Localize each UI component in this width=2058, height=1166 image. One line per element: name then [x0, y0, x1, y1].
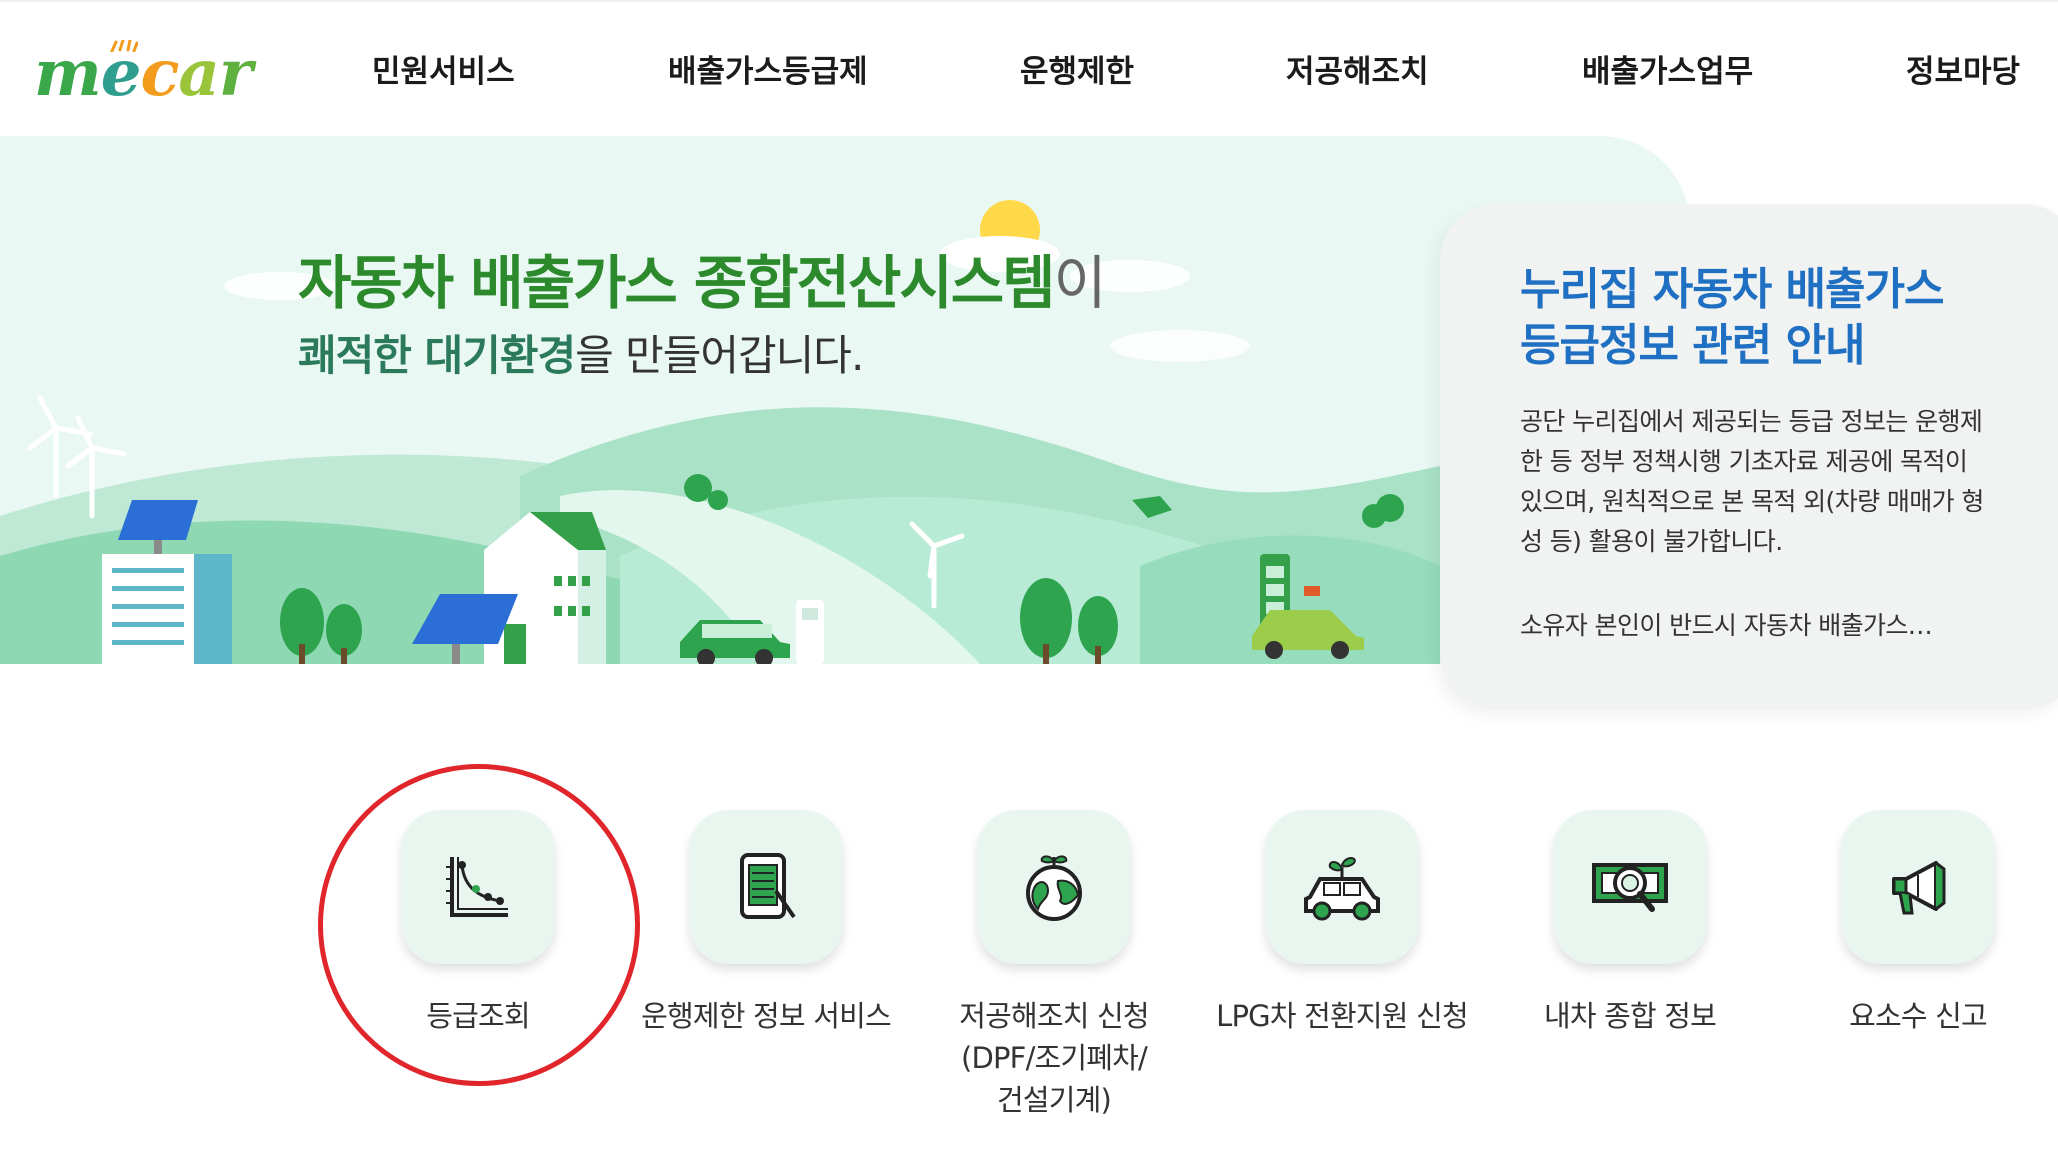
quick-item-label: LPG차 전환지원 신청: [1216, 999, 1469, 1033]
quick-item-label: 운행제한 정보 서비스: [641, 999, 892, 1033]
notice-more-text[interactable]: 소유자 본인이 반드시 자동차 배출가스…: [1520, 606, 1933, 642]
hero-title: 자동차 배출가스 종합전산시스템이: [298, 249, 1107, 317]
quick-item-label: 등급조회: [426, 999, 530, 1033]
nav-info[interactable]: 정보마당: [1906, 42, 2020, 102]
megaphone-icon[interactable]: [1841, 810, 1995, 964]
tablet-pen-icon[interactable]: [689, 810, 843, 964]
site-header: mecar 민원서비스 배출가스등급제 운행제한 저공해조치 배출가스업무 정보…: [0, 0, 2058, 136]
hero-subtitle: 쾌적한 대기환경을 만들어갑니다.: [298, 331, 864, 380]
nav-civil-service[interactable]: 민원서비스: [372, 42, 515, 102]
main-nav: 민원서비스 배출가스등급제 운행제한 저공해조치 배출가스업무 정보마당: [0, 42, 2058, 102]
nav-driving-restriction[interactable]: 운행제한: [1020, 42, 1134, 102]
chart-curve-icon[interactable]: [401, 810, 555, 964]
hero-illustration: [0, 200, 1440, 664]
nav-emission-work[interactable]: 배출가스업무: [1582, 42, 1753, 102]
quick-item-label: 요소수 신고: [1849, 999, 1988, 1033]
notice-title[interactable]: 누리집 자동차 배출가스 등급정보 관련 안내: [1520, 262, 2000, 374]
money-search-icon[interactable]: [1553, 810, 1707, 964]
eco-car-icon[interactable]: [1265, 810, 1419, 964]
notice-card[interactable]: 누리집 자동차 배출가스 등급정보 관련 안내 공단 누리집에서 제공되는 등급…: [1440, 204, 2058, 710]
hero-banner: 자동차 배출가스 종합전산시스템이 쾌적한 대기환경을 만들어갑니다.: [0, 136, 1690, 664]
nav-low-emission[interactable]: 저공해조치: [1286, 42, 1429, 102]
earth-sprout-icon[interactable]: [977, 810, 1131, 964]
notice-body: 공단 누리집에서 제공되는 등급 정보는 운행제한 등 정부 정책시행 기초자료…: [1520, 407, 1984, 556]
quick-menu: 등급조회 운행제한 정보 서비스 저공해조치 신청 (DPF/조기폐차/ 건설기: [0, 810, 2058, 1130]
quick-item-label: 내차 종합 정보: [1543, 999, 1717, 1033]
quick-item-label: 저공해조치 신청 (DPF/조기폐차/ 건설기계): [959, 999, 1149, 1117]
nav-emission-grade[interactable]: 배출가스등급제: [668, 42, 868, 102]
